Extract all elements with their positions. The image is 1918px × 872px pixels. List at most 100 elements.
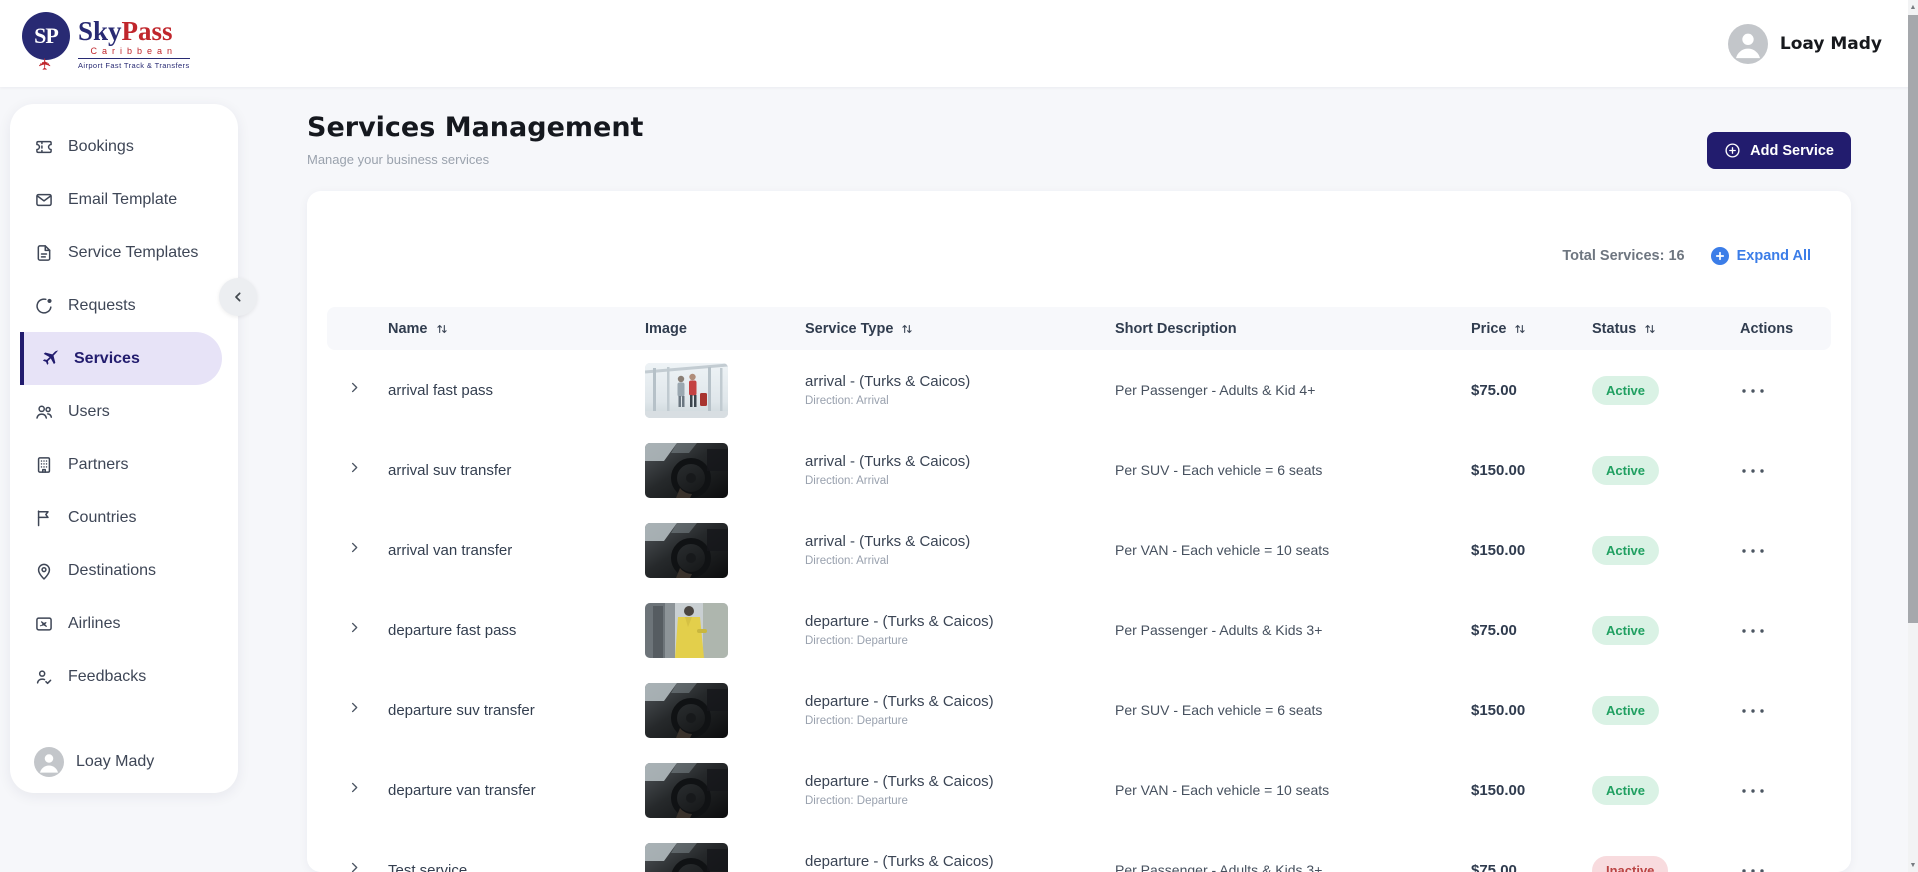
plane-icon <box>40 349 60 369</box>
airport-travelers-photo <box>645 362 728 418</box>
row-actions-button[interactable] <box>1740 698 1770 718</box>
service-price: $75.00 <box>1471 621 1517 639</box>
service-type: departure - (Turks & Caicos) <box>805 613 994 630</box>
sidebar-item-email-template[interactable]: Email Template <box>10 173 238 226</box>
skypass-logo-mark: SP ✈ <box>22 11 72 76</box>
service-price: $150.00 <box>1471 541 1526 559</box>
status-badge: Active <box>1592 775 1660 805</box>
sidebar-item-service-templates[interactable]: Service Templates <box>10 226 238 279</box>
status-badge: Active <box>1592 535 1660 565</box>
service-description: Per Passenger - Adults & Kids 3+ <box>1115 862 1323 872</box>
expand-all-button[interactable]: Expand All <box>1710 247 1811 265</box>
ellipsis-icon <box>1740 780 1770 796</box>
sidebar-item-label: Users <box>68 402 110 420</box>
chevron-left-icon <box>230 289 246 305</box>
car-interior-photo <box>645 682 728 738</box>
ellipsis-icon <box>1740 860 1770 872</box>
service-description: Per SUV - Each vehicle = 6 seats <box>1115 462 1323 478</box>
table-header-row: Name Image Service Type Short Description Pr… <box>327 307 1831 350</box>
user-avatar-icon <box>1727 23 1768 64</box>
request-icon <box>34 296 54 316</box>
row-actions-button[interactable] <box>1740 458 1770 478</box>
row-actions-button[interactable] <box>1740 538 1770 558</box>
table-toolbar: Total Services: 16 Expand All <box>307 191 1851 267</box>
scroll-up-arrow-icon[interactable]: ▲ <box>1908 0 1918 14</box>
scroll-down-arrow-icon[interactable]: ▼ <box>1908 858 1918 872</box>
plus-circle-icon <box>1710 247 1729 265</box>
sidebar-user[interactable]: Loay Mady <box>34 747 154 777</box>
sidebar-item-users[interactable]: Users <box>10 385 238 438</box>
row-actions-button[interactable] <box>1740 778 1770 798</box>
column-header-service-type[interactable]: Service Type <box>805 321 1115 337</box>
row-actions-button[interactable] <box>1740 378 1770 398</box>
sidebar-item-airlines[interactable]: Airlines <box>10 597 238 650</box>
feedback-icon <box>34 667 54 687</box>
plane-icon: ✈ <box>37 56 55 71</box>
chevron-right-icon <box>347 780 369 795</box>
add-service-label: Add Service <box>1750 142 1834 159</box>
page-scrollbar[interactable]: ▲ ▼ <box>1908 0 1918 872</box>
plus-circle-icon <box>1724 142 1741 159</box>
column-label: Service Type <box>805 320 894 337</box>
table-body: arrival fast pass arrival - (Turks & Caic… <box>307 350 1851 872</box>
service-type: arrival - (Turks & Caicos) <box>805 533 971 550</box>
service-direction: Direction: Departure <box>805 635 908 647</box>
sort-arrows-icon <box>900 322 914 336</box>
sidebar-item-requests[interactable]: Requests <box>10 279 238 332</box>
status-badge: Active <box>1592 615 1660 645</box>
sidebar-item-services[interactable]: Services <box>20 332 222 385</box>
row-expand-button[interactable] <box>347 617 369 639</box>
row-actions-button[interactable] <box>1740 858 1770 872</box>
sidebar-nav: Bookings Email Template Service Templates R… <box>10 104 238 703</box>
row-expand-button[interactable] <box>347 457 369 479</box>
sidebar-item-partners[interactable]: Partners <box>10 438 238 491</box>
service-description: Per VAN - Each vehicle = 10 seats <box>1115 782 1330 798</box>
chevron-right-icon <box>347 460 369 475</box>
column-header-price[interactable]: Price <box>1471 321 1592 337</box>
sidebar-collapse-button[interactable] <box>219 278 257 316</box>
column-header-name[interactable]: Name <box>388 321 645 337</box>
row-actions-button[interactable] <box>1740 618 1770 638</box>
sidebar-item-label: Countries <box>68 508 137 526</box>
row-expand-button[interactable] <box>347 857 369 872</box>
sidebar-item-bookings[interactable]: Bookings <box>10 120 238 173</box>
sidebar-item-feedbacks[interactable]: Feedbacks <box>10 650 238 703</box>
column-header-image: Image <box>645 321 805 337</box>
service-description: Per VAN - Each vehicle = 10 seats <box>1115 542 1330 558</box>
skypass-logo[interactable]: SP ✈ SkyPass Caribbean Airport Fast Trac… <box>22 11 190 76</box>
column-label: Price <box>1471 320 1507 337</box>
column-label: Status <box>1592 320 1637 337</box>
service-price: $150.00 <box>1471 781 1526 799</box>
service-type: arrival - (Turks & Caicos) <box>805 373 971 390</box>
column-label: Name <box>388 320 428 337</box>
status-badge: Active <box>1592 695 1660 725</box>
page-title: Services Management <box>307 112 644 143</box>
row-expand-button[interactable] <box>347 777 369 799</box>
sidebar-item-label: Partners <box>68 455 129 473</box>
add-service-button[interactable]: Add Service <box>1707 132 1851 169</box>
total-services-count: Total Services: 16 <box>1562 248 1685 264</box>
service-description: Per SUV - Each vehicle = 6 seats <box>1115 702 1323 718</box>
table-row-arrival-fast-pass: arrival fast pass arrival - (Turks & Caic… <box>307 350 1851 430</box>
ellipsis-icon <box>1740 380 1770 396</box>
sidebar-item-label: Airlines <box>68 614 121 632</box>
row-expand-button[interactable] <box>347 377 369 399</box>
chevron-right-icon <box>347 620 369 635</box>
topbar-user-menu[interactable]: Loay Mady <box>1727 23 1882 64</box>
sidebar-item-destinations[interactable]: Destinations <box>10 544 238 597</box>
sidebar-item-countries[interactable]: Countries <box>10 491 238 544</box>
row-expand-button[interactable] <box>347 537 369 559</box>
column-header-short-description: Short Description <box>1115 321 1471 337</box>
table-row-departure-van-transfer: departure van transfer departure - (Turks… <box>307 750 1851 830</box>
chevron-right-icon <box>347 700 369 715</box>
skypass-monogram: SP <box>22 11 70 60</box>
column-header-actions: Actions <box>1740 321 1831 337</box>
column-header-status[interactable]: Status <box>1592 321 1740 337</box>
row-expand-button[interactable] <box>347 697 369 719</box>
service-description: Per Passenger - Adults & Kids 3+ <box>1115 622 1323 638</box>
scrollbar-thumb[interactable] <box>1908 15 1918 623</box>
service-type: departure - (Turks & Caicos) <box>805 773 994 790</box>
brand-name: SkyPass <box>78 15 173 46</box>
sidebar-item-label: Services <box>74 349 140 367</box>
service-name: arrival van transfer <box>388 541 513 559</box>
